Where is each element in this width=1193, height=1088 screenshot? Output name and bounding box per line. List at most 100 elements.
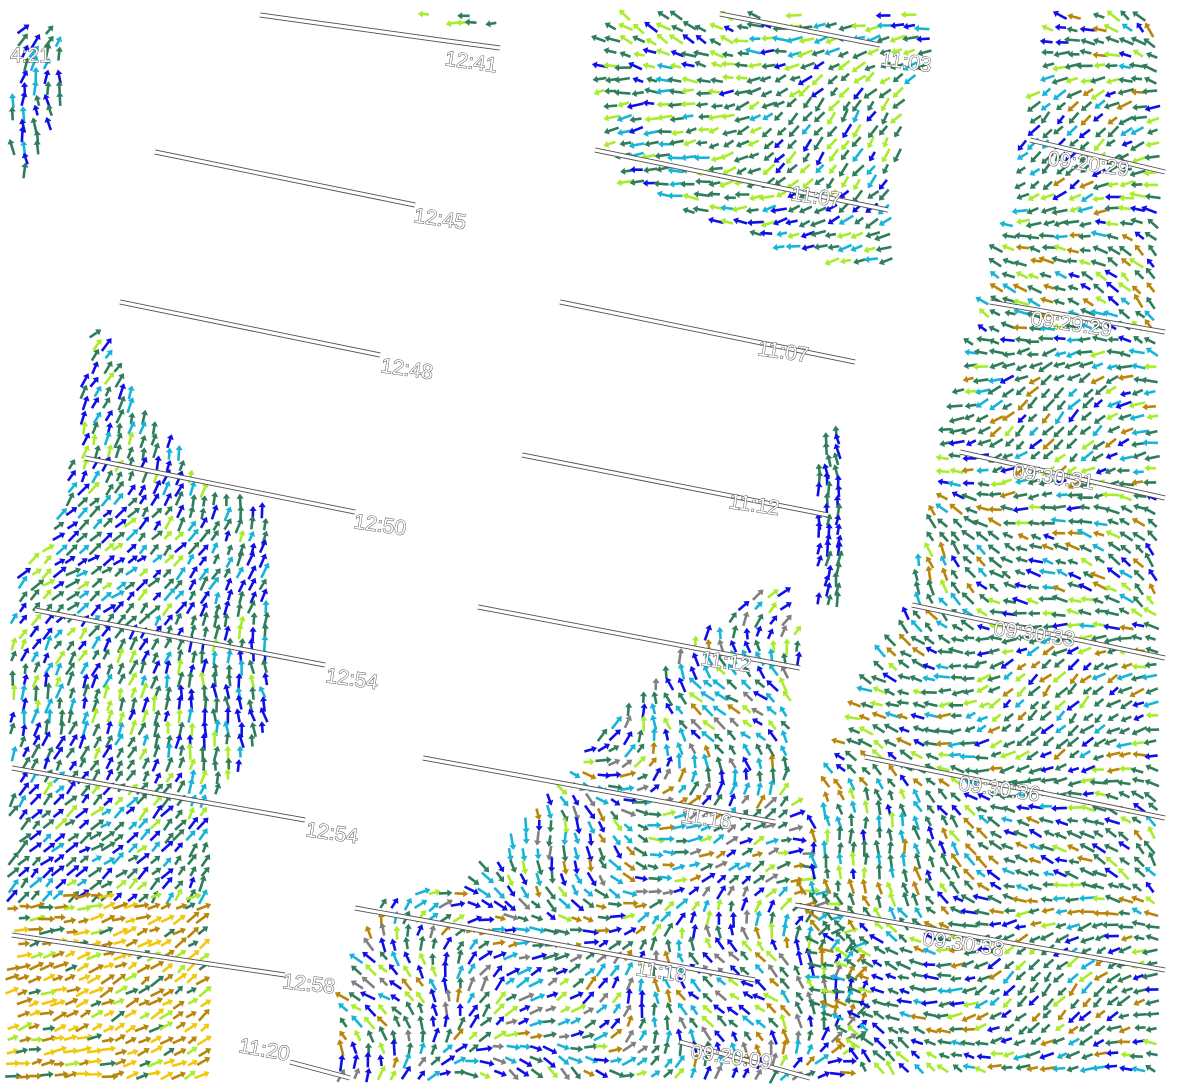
vector-arrow bbox=[582, 991, 595, 1005]
vector-arrow bbox=[468, 938, 478, 950]
vector-arrow bbox=[708, 180, 721, 188]
vector-arrow bbox=[174, 880, 184, 890]
vector-arrow bbox=[1119, 1064, 1133, 1073]
vector-arrow bbox=[1147, 802, 1159, 812]
vector-arrow bbox=[7, 904, 19, 913]
vector-arrow bbox=[1107, 518, 1119, 526]
vector-arrow bbox=[113, 362, 123, 373]
vector-arrow bbox=[608, 900, 623, 909]
vector-arrow bbox=[1055, 922, 1067, 930]
vector-arrow bbox=[1131, 1038, 1146, 1046]
vector-arrow bbox=[624, 1029, 634, 1044]
vector-arrow bbox=[755, 1031, 764, 1042]
vector-arrow bbox=[759, 48, 775, 56]
vector-arrow bbox=[1133, 336, 1144, 344]
vector-arrow bbox=[991, 713, 1002, 723]
time-label-09-30-33: 09:30:33 bbox=[992, 617, 1076, 651]
vector-arrow bbox=[925, 752, 939, 761]
vector-arrow bbox=[543, 1031, 558, 1039]
vector-arrow bbox=[687, 936, 696, 952]
vector-arrow bbox=[41, 568, 52, 580]
vector-arrow bbox=[130, 686, 138, 699]
vector-arrow bbox=[450, 900, 466, 908]
vector-arrow bbox=[534, 848, 542, 860]
vector-arrow bbox=[726, 849, 737, 858]
vector-arrow bbox=[940, 905, 950, 916]
time-label-09-30-38: 09:30:38 bbox=[921, 927, 1005, 961]
vector-arrow bbox=[773, 47, 787, 55]
vector-arrow bbox=[731, 205, 748, 213]
vector-arrow bbox=[1078, 372, 1091, 383]
vector-arrow bbox=[752, 860, 765, 873]
vector-arrow bbox=[886, 647, 897, 657]
vector-arrow bbox=[975, 805, 988, 813]
vector-arrow bbox=[389, 1070, 397, 1081]
vector-arrow bbox=[478, 991, 490, 1004]
vector-arrow bbox=[350, 1041, 358, 1055]
vector-arrow bbox=[198, 986, 212, 998]
vector-arrow bbox=[1028, 958, 1041, 971]
vector-arrow bbox=[989, 739, 1003, 749]
vector-arrow bbox=[237, 505, 245, 521]
vector-arrow bbox=[748, 152, 760, 160]
vector-arrow bbox=[989, 608, 1005, 616]
vector-arrow bbox=[936, 712, 952, 720]
vector-arrow bbox=[975, 531, 989, 542]
vector-arrow bbox=[137, 817, 149, 829]
vector-arrow bbox=[741, 704, 752, 714]
vector-arrow bbox=[988, 338, 1000, 345]
vector-arrow bbox=[236, 493, 244, 508]
vector-arrow bbox=[864, 25, 880, 33]
vector-arrow bbox=[199, 575, 209, 592]
vector-arrow bbox=[754, 910, 763, 927]
vector-arrow bbox=[690, 1004, 699, 1016]
vector-arrow bbox=[515, 926, 531, 934]
vector-arrow bbox=[338, 1003, 349, 1013]
vector-arrow bbox=[823, 828, 832, 843]
vector-arrow bbox=[650, 1070, 661, 1078]
vector-arrow bbox=[77, 507, 88, 519]
vector-arrow bbox=[1014, 568, 1026, 576]
vector-arrow bbox=[123, 972, 138, 982]
vector-arrow bbox=[1117, 686, 1133, 695]
vector-arrow bbox=[114, 796, 124, 806]
vector-arrow bbox=[858, 776, 869, 787]
vector-arrow bbox=[214, 770, 222, 785]
vector-arrow bbox=[783, 936, 791, 949]
vector-arrow bbox=[1147, 851, 1157, 867]
vector-arrow bbox=[839, 257, 852, 265]
vector-arrow bbox=[1026, 750, 1039, 761]
vector-arrow bbox=[621, 1056, 637, 1067]
time-label-12-54-b: 12:54 bbox=[304, 818, 360, 848]
vector-arrow bbox=[652, 1029, 660, 1044]
vector-arrow bbox=[20, 877, 29, 889]
vector-arrow bbox=[623, 715, 632, 729]
vector-arrow bbox=[559, 978, 570, 986]
vector-arrow bbox=[851, 22, 866, 30]
vector-arrow bbox=[678, 1016, 687, 1030]
vector-arrow bbox=[1145, 881, 1155, 894]
vector-arrow bbox=[352, 1053, 360, 1070]
vector-arrow bbox=[678, 692, 688, 706]
vector-arrow bbox=[186, 986, 197, 995]
vector-arrow bbox=[1056, 568, 1068, 578]
vector-arrow bbox=[1132, 468, 1144, 476]
vector-arrow bbox=[977, 480, 990, 488]
vector-arrow bbox=[975, 414, 989, 423]
vector-arrow bbox=[1038, 361, 1054, 373]
vector-arrow bbox=[947, 741, 963, 749]
vector-arrow bbox=[1000, 750, 1017, 759]
vector-arrow bbox=[728, 862, 741, 872]
vector-arrow bbox=[1079, 425, 1092, 435]
vector-arrow bbox=[200, 866, 210, 878]
vector-arrow bbox=[835, 803, 844, 816]
vector-arrow bbox=[822, 853, 830, 869]
vector-arrow bbox=[1002, 519, 1016, 527]
vector-arrow bbox=[1015, 270, 1029, 280]
vector-arrow bbox=[819, 999, 835, 1009]
vector-arrow bbox=[838, 86, 850, 98]
vector-arrow bbox=[912, 865, 923, 881]
vector-arrow bbox=[950, 841, 960, 856]
vector-arrow bbox=[127, 672, 138, 686]
vector-arrow bbox=[908, 935, 922, 944]
